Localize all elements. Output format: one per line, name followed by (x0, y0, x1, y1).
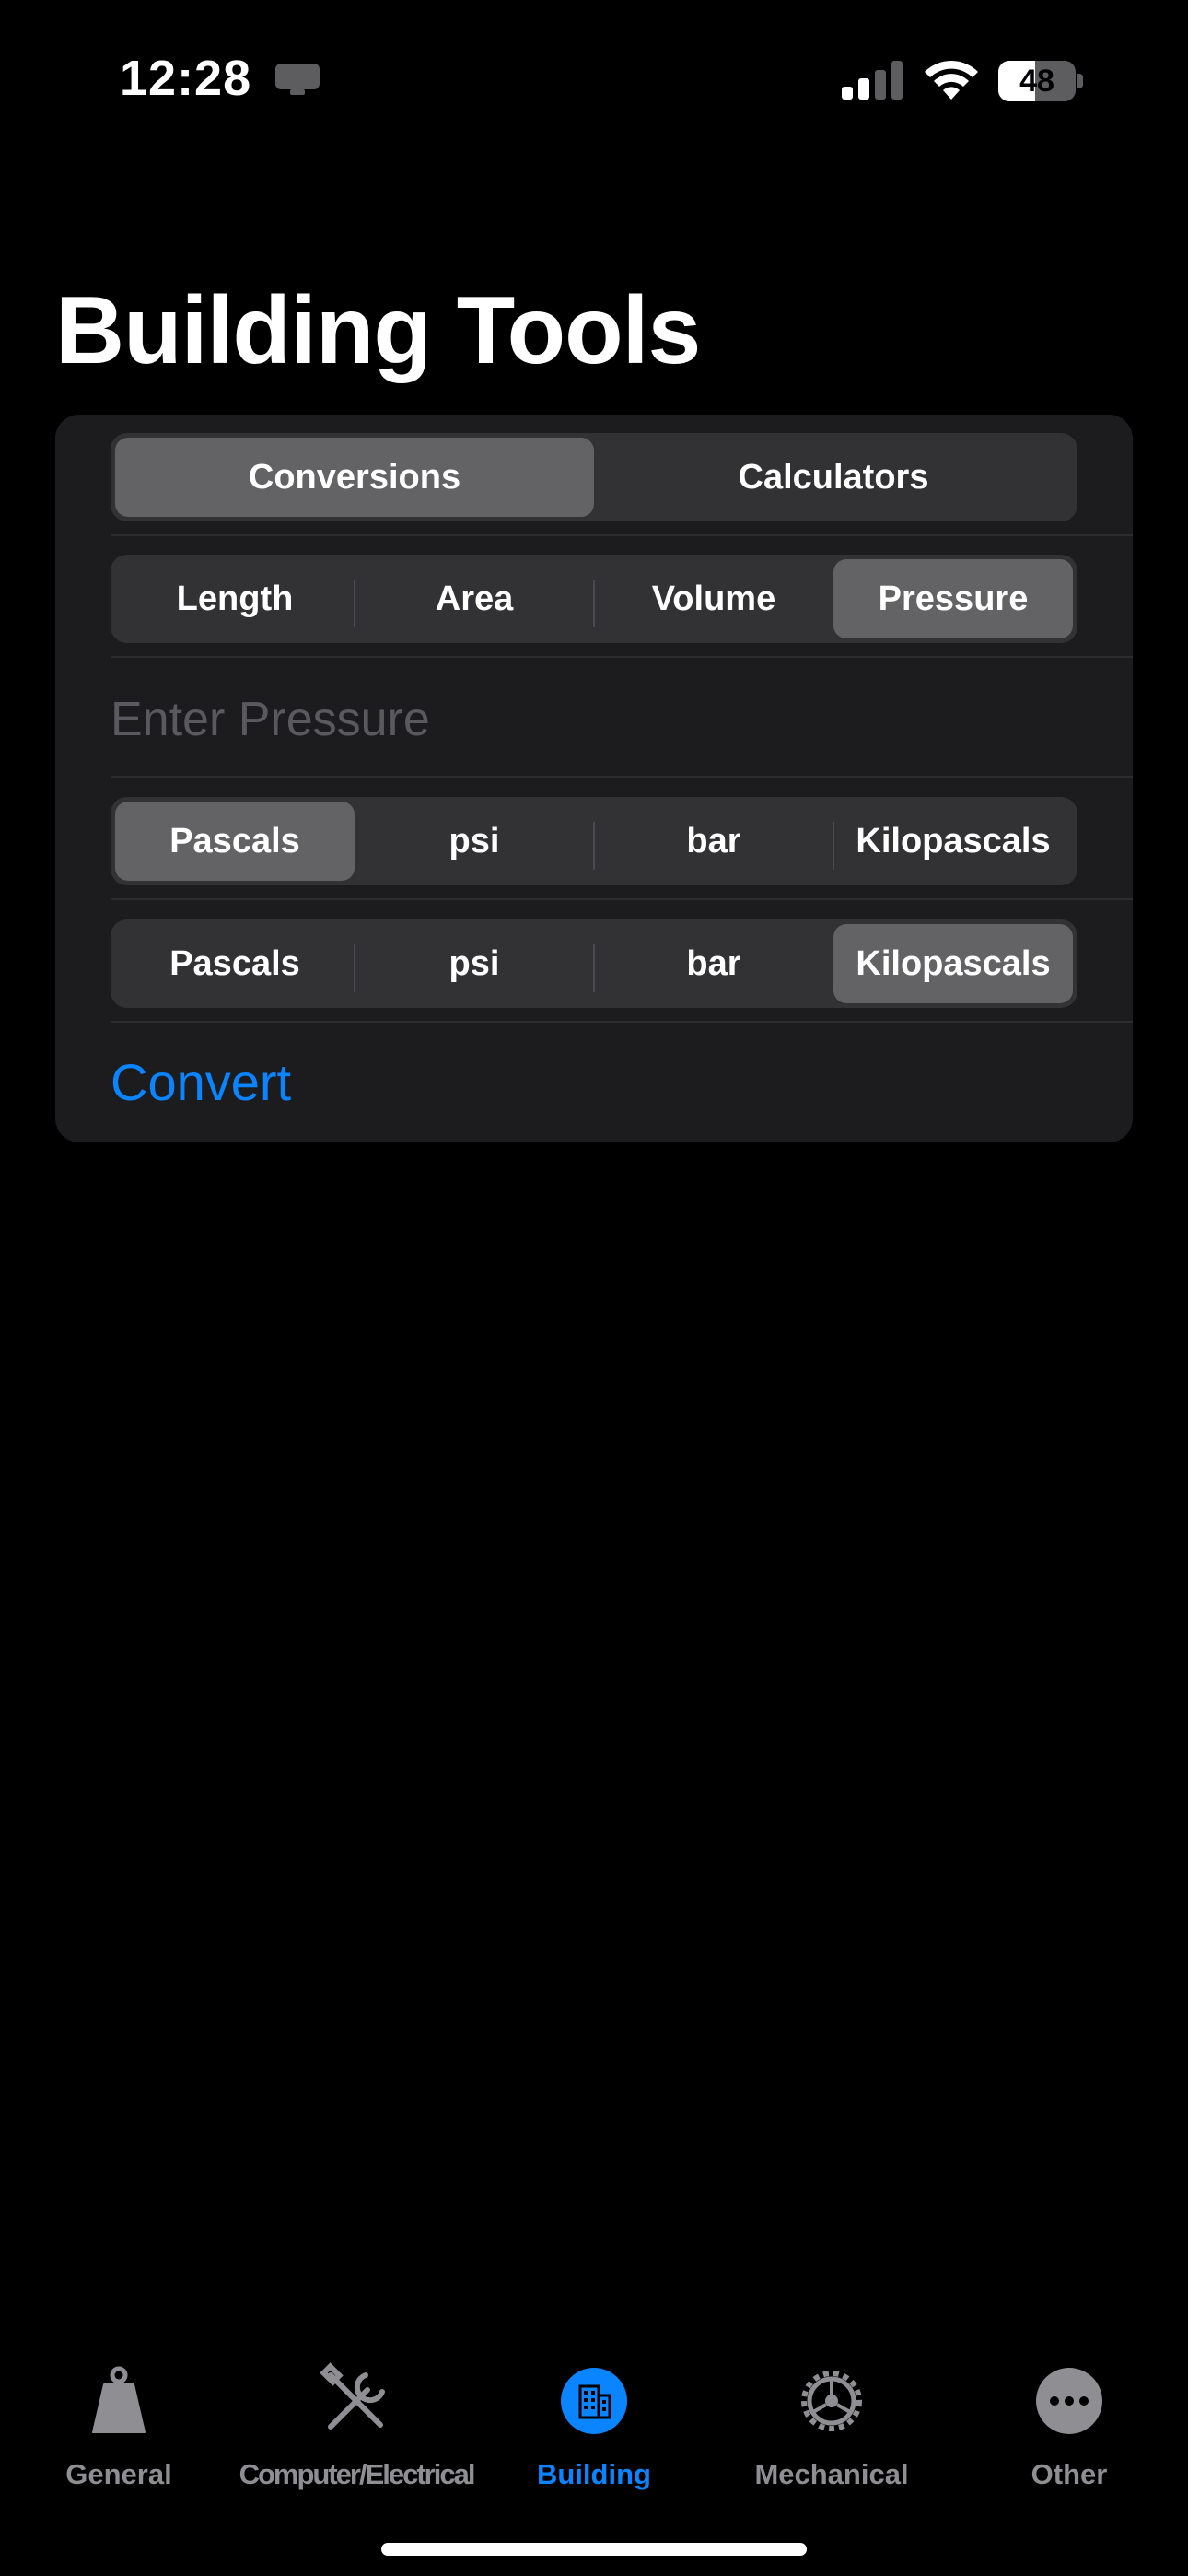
from-unit-kilopascals[interactable]: Kilopascals (833, 802, 1073, 881)
weight-icon (92, 2366, 146, 2433)
from-unit-bar[interactable]: bar (594, 802, 834, 881)
battery-icon: 48 (998, 61, 1083, 101)
segment-label: bar (686, 943, 741, 983)
home-indicator (381, 2543, 807, 2556)
category-segment-pressure[interactable]: Pressure (833, 559, 1073, 638)
segment-label: Conversions (248, 457, 461, 497)
wifi-icon (925, 60, 978, 100)
tab-label: Other (1031, 2458, 1108, 2490)
mode-segmented-control: Conversions Calculators (111, 433, 1077, 521)
segment-label: Volume (651, 579, 776, 618)
battery-level: 48 (1019, 64, 1054, 99)
building-icon (561, 2368, 627, 2434)
tab-label: Mechanical (754, 2458, 909, 2490)
category-segment-area[interactable]: Area (355, 559, 595, 638)
row-divider (111, 898, 1133, 900)
status-bar: 12:28 48 (0, 0, 1188, 157)
tab-computer-electrical[interactable]: Computer/Electrical (238, 2340, 475, 2576)
segment-label: Length (176, 579, 294, 618)
to-unit-bar[interactable]: bar (594, 924, 833, 1003)
to-unit-psi[interactable]: psi (355, 924, 595, 1003)
row-divider (111, 776, 1133, 778)
status-time: 12:28 (120, 51, 252, 106)
mode-segment-calculators[interactable]: Calculators (594, 438, 1073, 517)
screen-mirroring-icon (275, 64, 320, 95)
tab-label: Building (537, 2458, 651, 2490)
segment-label: Calculators (738, 457, 929, 497)
gear-icon (801, 2371, 862, 2431)
category-segment-volume[interactable]: Volume (594, 559, 833, 638)
tab-mechanical[interactable]: Mechanical (713, 2340, 950, 2576)
segment-label: Pascals (169, 943, 300, 983)
ellipsis-icon (1036, 2368, 1102, 2434)
category-segmented-control: Length Area Volume Pressure (111, 555, 1077, 643)
tab-label: Computer/Electrical (239, 2458, 476, 2490)
category-segment-length[interactable]: Length (115, 559, 355, 638)
mode-segment-conversions[interactable]: Conversions (115, 438, 594, 517)
row-divider (111, 1021, 1133, 1023)
segment-label: psi (448, 943, 500, 983)
segment-label: Pascals (169, 821, 300, 861)
page-title: Building Tools (55, 277, 701, 384)
segment-label: Kilopascals (856, 821, 1051, 861)
to-unit-pascals[interactable]: Pascals (115, 924, 355, 1003)
segment-label: bar (686, 821, 741, 861)
to-unit-segmented-control: Pascals psi bar Kilopascals (111, 919, 1077, 1008)
from-unit-psi[interactable]: psi (355, 802, 595, 881)
convert-button[interactable]: Convert (111, 1052, 291, 1112)
from-unit-segmented-control: Pascals psi bar Kilopascals (111, 797, 1077, 885)
pressure-input[interactable] (111, 675, 1077, 764)
row-divider (111, 656, 1133, 658)
segment-label: Pressure (878, 579, 1029, 618)
segment-label: psi (448, 821, 500, 861)
row-divider (111, 534, 1133, 536)
to-unit-kilopascals[interactable]: Kilopascals (833, 924, 1073, 1003)
tab-other[interactable]: Other (950, 2340, 1188, 2576)
tab-general[interactable]: General (0, 2340, 238, 2576)
segment-label: Area (435, 579, 514, 618)
tab-bar: General Computer/Electrical Building Mec… (0, 2340, 1188, 2576)
app-screen: 12:28 48 Building Tools Conversions Calc… (0, 0, 1188, 2576)
cellular-signal-icon (842, 61, 903, 100)
tab-label: General (65, 2458, 172, 2490)
tab-building[interactable]: Building (475, 2340, 713, 2576)
wrench-screwdriver-icon (320, 2362, 385, 2430)
converter-card: Conversions Calculators Length Area Volu… (55, 415, 1133, 1142)
segment-label: Kilopascals (856, 943, 1051, 983)
from-unit-pascals[interactable]: Pascals (115, 802, 355, 881)
